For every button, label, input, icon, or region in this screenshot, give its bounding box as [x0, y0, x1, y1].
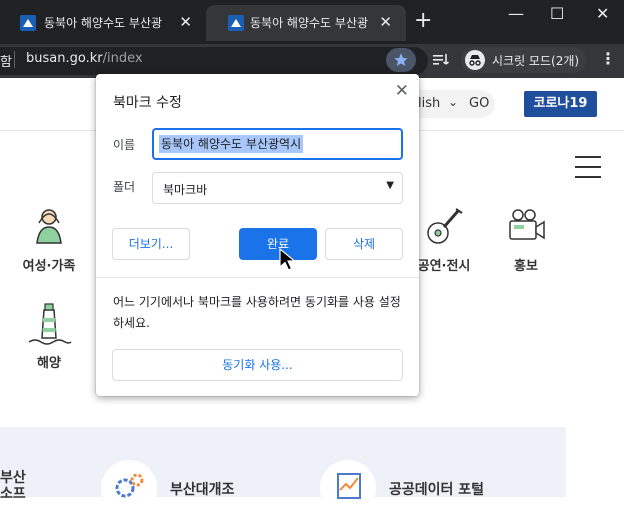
- omnibox-divider: [14, 51, 15, 68]
- data-chart-icon[interactable]: [320, 460, 376, 516]
- service-label[interactable]: 공공데이터 포털: [389, 479, 484, 499]
- incognito-icon: [465, 50, 485, 70]
- category-pr[interactable]: 홍보: [498, 203, 554, 274]
- incognito-indicator[interactable]: 시크릿 모드(2개): [461, 47, 586, 73]
- folder-select[interactable]: 북마크바 ▼: [152, 172, 403, 204]
- chevron-down-icon: ⌄: [448, 95, 459, 109]
- category-label: 해양: [37, 356, 61, 371]
- more-button[interactable]: 더보기...: [112, 228, 190, 260]
- reading-list-icon[interactable]: [432, 52, 450, 72]
- go-button[interactable]: GO: [469, 96, 489, 111]
- busan-favicon-icon: [20, 15, 36, 31]
- busan-favicon-icon: [228, 15, 244, 31]
- tab-close-icon[interactable]: ✕: [379, 13, 392, 31]
- cut-off-service-label: 부산 소프: [0, 470, 26, 502]
- bookmark-name-value: 동북아 해양수도 부산광역시: [159, 135, 304, 153]
- incognito-label: 시크릿 모드(2개): [492, 54, 580, 68]
- lighthouse-icon: [25, 300, 73, 348]
- folder-value: 북마크바: [163, 183, 208, 197]
- category-label: 여성·가족: [22, 259, 76, 274]
- maximize-icon[interactable]: ☐: [550, 2, 564, 26]
- sync-promo-text: 어느 기기에서나 북마크를 사용하려면 동기화를 사용 설정하세요.: [113, 295, 401, 330]
- minimize-icon[interactable]: —: [508, 2, 524, 26]
- dropdown-arrow-icon: ▼: [386, 180, 394, 191]
- new-tab-plus-icon[interactable]: +: [414, 8, 432, 34]
- service-label[interactable]: 부산대개조: [170, 479, 234, 499]
- category-label: 홍보: [514, 259, 538, 274]
- mouse-cursor-icon: [279, 247, 297, 276]
- camera-icon: [502, 203, 550, 251]
- close-icon[interactable]: ✕: [395, 81, 409, 101]
- tab-active[interactable]: 동북아 해양수도 부산광역시 ✕: [206, 5, 406, 41]
- language-label: lish: [418, 96, 441, 111]
- dialog-divider: [96, 277, 419, 278]
- omnibox-fragment: 함: [0, 55, 12, 70]
- name-label: 이름: [113, 138, 136, 152]
- menu-kebab-icon[interactable]: ⋮: [600, 49, 616, 68]
- gears-icon[interactable]: [101, 460, 157, 516]
- corona19-button[interactable]: 코로나19: [524, 91, 597, 117]
- folder-label: 폴더: [113, 180, 136, 194]
- dialog-title: 북마크 수정: [113, 95, 182, 111]
- tab-strip: 동북아 해양수도 부산광역시 ✕ 동북아 해양수도 부산광역시 ✕ + — ☐ …: [0, 0, 624, 44]
- woman-icon: [25, 203, 73, 251]
- done-button[interactable]: 완료: [239, 228, 317, 260]
- edit-bookmark-dialog: 북마크 수정 ✕ 이름 동북아 해양수도 부산광역시 폴더 북마크바 ▼ 더보기…: [96, 74, 419, 396]
- tab-title: 동북아 해양수도 부산광역시: [250, 16, 368, 30]
- category-women-family[interactable]: 여성·가족: [14, 203, 84, 274]
- category-ocean[interactable]: 해양: [14, 300, 84, 371]
- star-icon: [394, 53, 408, 66]
- window-close-icon[interactable]: ✕: [596, 2, 609, 26]
- url-text[interactable]: busan.go.kr/index: [26, 51, 143, 66]
- hamburger-menu-icon[interactable]: [575, 156, 601, 186]
- bookmark-name-input[interactable]: 동북아 해양수도 부산광역시: [152, 128, 403, 160]
- guitar-icon: [420, 203, 468, 251]
- tab-title: 동북아 해양수도 부산광역시: [44, 16, 162, 30]
- tab-close-icon[interactable]: ✕: [179, 13, 192, 31]
- delete-button[interactable]: 삭제: [325, 228, 403, 260]
- enable-sync-button[interactable]: 동기화 사용...: [112, 349, 403, 381]
- bookmark-star-button[interactable]: [386, 48, 416, 72]
- tab-inactive[interactable]: 동북아 해양수도 부산광역시 ✕: [0, 5, 206, 41]
